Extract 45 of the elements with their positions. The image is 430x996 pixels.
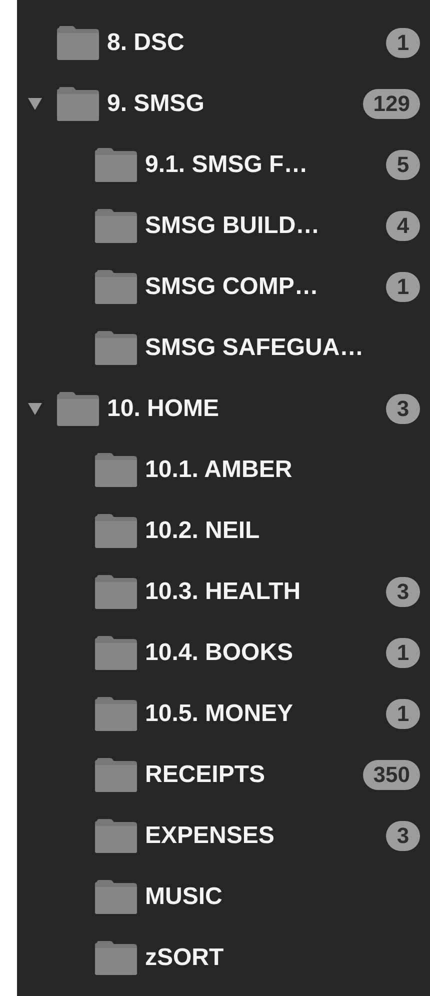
item-count: 129 <box>363 88 420 118</box>
folder-icon <box>95 880 137 914</box>
folder-name[interactable]: MUSIC <box>145 882 222 910</box>
item-count: 1 <box>386 28 420 58</box>
folder-name[interactable]: 10.1. AMBER <box>145 456 292 484</box>
folder-icon <box>95 940 137 974</box>
folder-name[interactable]: 9.1. SMSG F… <box>145 150 308 178</box>
folder-icon <box>95 148 137 182</box>
folder-icon <box>57 26 99 60</box>
item-count: 1 <box>386 698 420 728</box>
folder-icon <box>57 392 99 426</box>
folder-name[interactable]: zSORT <box>145 944 224 972</box>
item-count: 4 <box>386 210 420 240</box>
folder-name[interactable]: SMSG COMP… <box>145 272 318 300</box>
folder-name[interactable]: 10.4. BOOKS <box>145 638 294 666</box>
item-count: 1 <box>386 638 420 668</box>
item-count: 3 <box>386 576 420 606</box>
folder-name[interactable]: 10.5. MONEY <box>145 700 294 728</box>
folder-icon <box>95 636 137 670</box>
folder-name[interactable]: EXPENSES <box>145 822 274 850</box>
folder-icon <box>95 818 137 852</box>
item-count: 350 <box>363 760 420 790</box>
folder-icon <box>95 452 137 486</box>
folder-icon <box>95 270 137 304</box>
folder-name[interactable]: 9. SMSG <box>107 90 204 118</box>
item-count: 5 <box>386 150 420 180</box>
folder-icon <box>95 696 137 730</box>
folder-icon <box>95 330 137 364</box>
expanded-triangle-icon[interactable] <box>27 402 43 416</box>
folder-name[interactable]: 10.2. NEIL <box>145 516 260 544</box>
folder-icon <box>57 86 99 120</box>
folder-icon <box>95 514 137 548</box>
folder-icon <box>95 758 137 792</box>
folder-name[interactable]: RECEIPTS <box>145 760 266 788</box>
folder-name[interactable]: 8. DSC <box>107 28 184 56</box>
expanded-triangle-icon[interactable] <box>27 96 43 110</box>
item-count: 3 <box>386 820 420 850</box>
folder-name[interactable]: 10.3. HEALTH <box>145 578 301 606</box>
folder-name[interactable]: SMSG SAFEGUA… <box>145 334 364 362</box>
folder-icon <box>95 574 137 608</box>
folder-icon <box>95 208 137 242</box>
item-count: 1 <box>386 272 420 302</box>
folder-name[interactable]: 10. HOME <box>107 394 220 422</box>
item-count: 3 <box>386 394 420 424</box>
folder-name[interactable]: SMSG BUILD… <box>145 212 320 240</box>
